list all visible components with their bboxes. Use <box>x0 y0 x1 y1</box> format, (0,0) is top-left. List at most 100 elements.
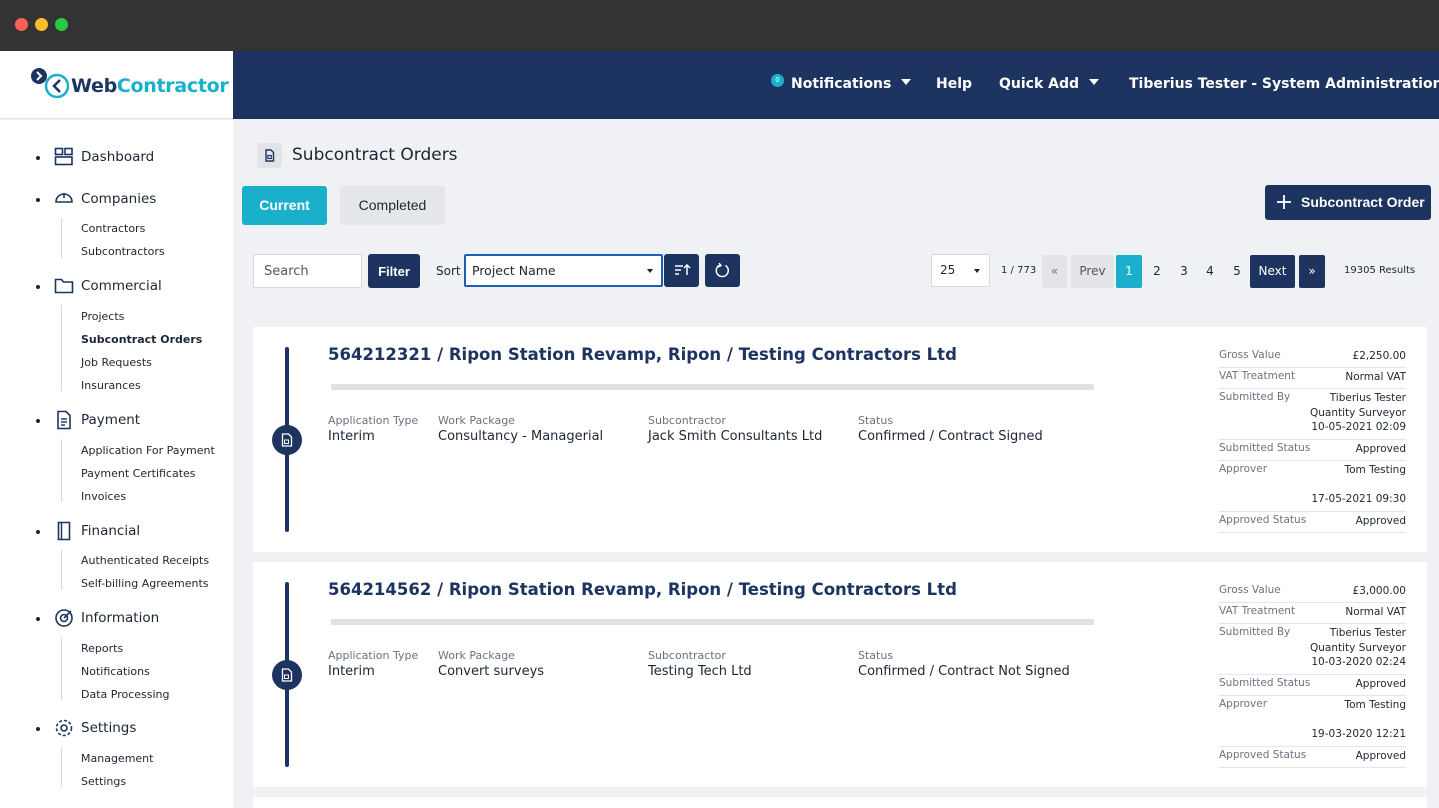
page-count: 1 / 773 <box>1001 265 1037 276</box>
help-link[interactable]: Help <box>936 76 972 92</box>
page-2-button[interactable]: 2 <box>1145 255 1169 288</box>
sidebar-item-financial[interactable]: Financial <box>0 521 233 543</box>
subcontractor-value: Testing Tech Ltd <box>648 664 752 679</box>
prev-page-button[interactable]: Prev <box>1071 255 1114 288</box>
sidebar-subitem-invoices[interactable]: Invoices <box>81 490 126 503</box>
brand-logo-area[interactable]: WebContractor <box>0 51 233 119</box>
order-title-rest: / Ripon Station Revamp, Ripon / Testing … <box>431 580 957 599</box>
refresh-button[interactable] <box>705 254 740 287</box>
maximize-window-button[interactable] <box>55 18 68 31</box>
sidebar-item-information[interactable]: Information <box>0 608 233 630</box>
meta-value: Approved <box>1355 515 1406 527</box>
order-title[interactable]: 564212321 / Ripon Station Revamp, Ripon … <box>328 345 957 364</box>
meta-row-gross-value: Gross Value £2,250.00 <box>1219 347 1406 368</box>
sidebar-subitem-self-billing-agreements[interactable]: Self-billing Agreements <box>81 577 209 590</box>
sort-direction-button[interactable] <box>664 254 699 287</box>
sidebar-subitem-subcontract-orders[interactable]: Subcontract Orders <box>81 333 202 346</box>
page-1-button[interactable]: 1 <box>1116 255 1142 288</box>
submitted-by-role: Quantity Surveyor <box>1310 406 1406 419</box>
page-size-select[interactable]: 25 <box>931 254 990 287</box>
sidebar-item-label: Dashboard <box>81 149 155 165</box>
sidebar-subitem-projects[interactable]: Projects <box>81 310 124 323</box>
sidebar-subitem-subcontractors[interactable]: Subcontractors <box>81 245 165 258</box>
sidebar-subitem-application-for-payment[interactable]: Application For Payment <box>81 444 215 457</box>
meta-value: Approved <box>1355 750 1406 762</box>
sidebar-subitem-data-processing[interactable]: Data Processing <box>81 688 170 701</box>
meta-row-vat-treatment: VAT Treatment Normal VAT <box>1219 368 1406 389</box>
meta-key: Approved Status <box>1219 514 1307 526</box>
user-menu[interactable]: Tiberius Tester - System Administration <box>1129 76 1439 92</box>
sidebar-divider <box>61 305 62 391</box>
sidebar-subitem-job-requests[interactable]: Job Requests <box>81 356 152 369</box>
bullet <box>36 156 40 160</box>
meta-row-submitted-by: Submitted By Tiberius Tester Quantity Surv… <box>1219 389 1406 440</box>
quick-add-menu[interactable]: Quick Add <box>999 76 1100 92</box>
next-page-button[interactable]: Next <box>1250 255 1295 288</box>
search-input[interactable] <box>253 254 362 288</box>
sort-label: Sort <box>436 264 461 278</box>
subcontractor-label: Subcontractor <box>648 649 726 662</box>
work-package-value: Convert surveys <box>438 664 545 679</box>
order-meta-table: Gross Value £3,000.00 VAT Treatment Normal… <box>1219 582 1406 768</box>
document-icon <box>265 149 275 162</box>
dropdown-arrow-icon <box>974 269 980 273</box>
page-3-button[interactable]: 3 <box>1172 255 1196 288</box>
page-5-button[interactable]: 5 <box>1225 255 1249 288</box>
tab-completed[interactable]: Completed <box>340 186 445 225</box>
meta-key: Submitted By <box>1219 626 1291 638</box>
brand-name: WebContractor <box>71 75 229 97</box>
sidebar-item-label: Payment <box>81 412 141 428</box>
sidebar-item-dashboard[interactable]: Dashboard <box>0 147 233 169</box>
last-page-button[interactable]: » <box>1299 255 1325 288</box>
sidebar-subitem-payment-certificates[interactable]: Payment Certificates <box>81 467 196 480</box>
filter-button[interactable]: Filter <box>368 254 420 288</box>
sidebar-item-companies[interactable]: Companies <box>0 189 233 211</box>
minimize-window-button[interactable] <box>35 18 48 31</box>
sort-select[interactable]: Project Name <box>464 254 663 287</box>
status-value: Confirmed / Contract Signed <box>858 429 1043 444</box>
sidebar-subitem-reports[interactable]: Reports <box>81 642 123 655</box>
sidebar-item-commercial[interactable]: Commercial <box>0 276 233 298</box>
order-card[interactable]: 564214562 / Ripon Station Revamp, Ripon … <box>253 562 1427 787</box>
approver-name: Tom Testing <box>1344 464 1406 476</box>
sidebar-subitem-authenticated-receipts[interactable]: Authenticated Receipts <box>81 554 209 567</box>
sidebar-item-label: Settings <box>81 720 137 736</box>
application-type-label: Application Type <box>328 649 419 662</box>
progress-bar <box>331 384 1094 390</box>
submitted-at: 10-03-2020 02:24 <box>1311 656 1406 668</box>
sidebar-subitem-insurances[interactable]: Insurances <box>81 379 141 392</box>
timeline-node <box>272 425 302 455</box>
status-label: Status <box>858 414 894 427</box>
work-package-label: Work Package <box>438 414 515 427</box>
sidebar-subitem-settings[interactable]: Settings <box>81 775 126 788</box>
page-4-button[interactable]: 4 <box>1198 255 1222 288</box>
sidebar-divider <box>61 550 62 590</box>
sidebar-subitem-notifications[interactable]: Notifications <box>81 665 150 678</box>
order-title[interactable]: 564214562 / Ripon Station Revamp, Ripon … <box>328 580 957 599</box>
subcontractor-label: Subcontractor <box>648 414 726 427</box>
brand-name-part2: Contractor <box>116 75 229 97</box>
sidebar-subitem-contractors[interactable]: Contractors <box>81 222 145 235</box>
sidebar-item-label: Financial <box>81 523 141 539</box>
order-card[interactable]: 564212321 / Ripon Station Revamp, Ripon … <box>253 327 1427 552</box>
meta-key: VAT Treatment <box>1219 605 1296 617</box>
first-page-button[interactable]: « <box>1042 255 1067 288</box>
sidebar-item-payment[interactable]: Payment <box>0 410 233 432</box>
close-window-button[interactable] <box>15 18 28 31</box>
sidebar-item-settings[interactable]: Settings <box>0 718 233 740</box>
bullet <box>36 617 40 621</box>
tab-current[interactable]: Current <box>242 186 327 225</box>
sidebar-item-label: Information <box>81 610 160 626</box>
notifications-menu[interactable]: Notifications <box>791 76 912 92</box>
meta-key: VAT Treatment <box>1219 370 1296 382</box>
order-card[interactable] <box>253 797 1427 808</box>
meta-row-approved-status: Approved Status Approved <box>1219 512 1406 533</box>
page-icon <box>257 143 282 168</box>
meta-value: Normal VAT <box>1345 371 1406 383</box>
sidebar-subitem-management[interactable]: Management <box>81 752 153 765</box>
add-subcontract-order-button[interactable]: Subcontract Order <box>1265 185 1431 220</box>
meta-value: Tom Testing 17-05-2021 09:30 <box>1311 463 1406 507</box>
meta-value: Tiberius Tester Quantity Surveyor 10-03-20… <box>1310 626 1406 670</box>
gear-icon <box>55 719 73 737</box>
submitted-by-name: Tiberius Tester <box>1329 627 1406 639</box>
